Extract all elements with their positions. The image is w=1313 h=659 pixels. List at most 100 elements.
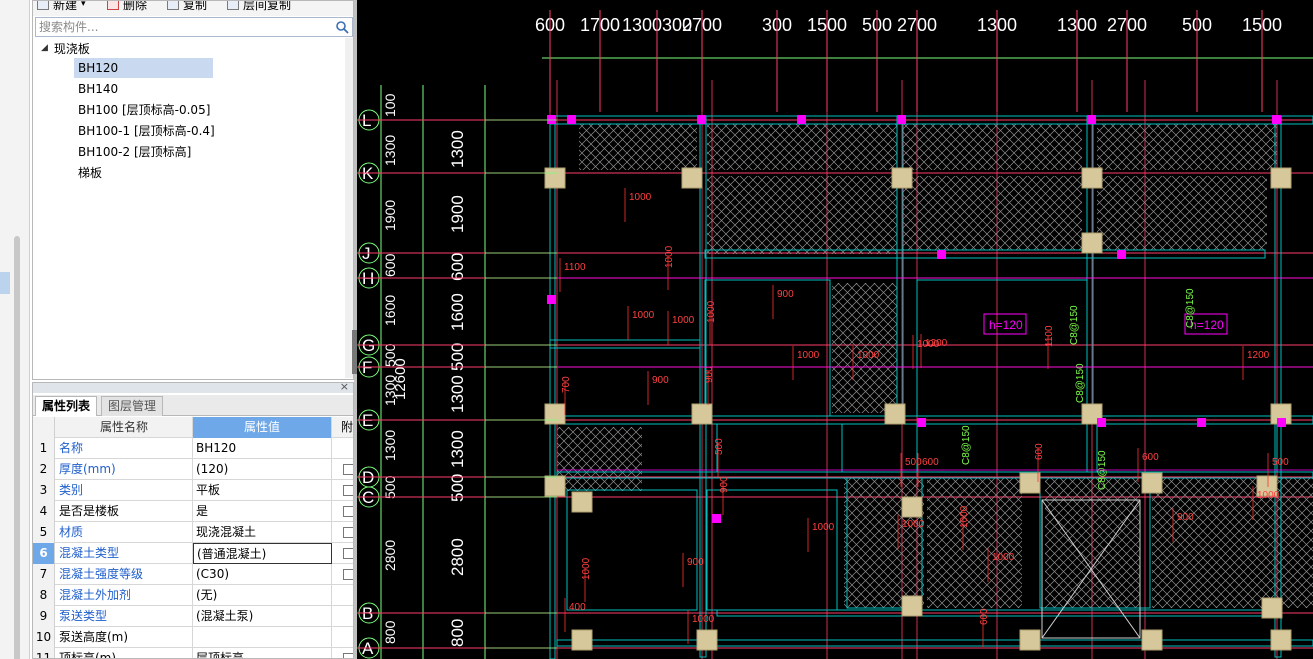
rebar-length-label: 1200 bbox=[1247, 350, 1270, 361]
structural-column bbox=[1019, 629, 1041, 651]
property-row[interactable]: 1 名称 BH120 bbox=[33, 438, 353, 459]
attached-checkbox[interactable] bbox=[343, 569, 353, 580]
left-edge-strip bbox=[0, 0, 30, 659]
attached-checkbox[interactable] bbox=[343, 506, 353, 517]
edge-scrollbar[interactable] bbox=[14, 236, 20, 659]
attached-checkbox[interactable] bbox=[343, 485, 353, 496]
cad-floor-plan[interactable]: 600 1700 13003002700 300 1500 500 2700 1300 1300… bbox=[357, 0, 1313, 659]
column-marker bbox=[1117, 250, 1126, 259]
property-row[interactable]: 7 混凝土强度等级 (C30) bbox=[33, 564, 353, 585]
rebar-length-label: 1000 bbox=[581, 557, 592, 580]
property-value[interactable]: 层顶标高 bbox=[193, 648, 332, 658]
structural-column bbox=[1141, 472, 1163, 494]
rebar-length-label: 1000 bbox=[959, 505, 970, 528]
edge-selection-marker bbox=[0, 272, 10, 294]
cad-drawing-canvas[interactable]: 600 1700 1300300 2700 300 1500 500 2700 1300 1300… bbox=[357, 0, 1313, 659]
tab-property-list[interactable]: 属性列表 bbox=[35, 396, 98, 416]
property-row[interactable]: 8 混凝土外加剂 (无) bbox=[33, 585, 353, 606]
tree-item-stair-slab[interactable]: 梯板 bbox=[74, 163, 106, 183]
property-row[interactable]: 11 顶标高(m) 层顶标高 bbox=[33, 648, 353, 658]
tree-item-bh100[interactable]: BH100 [层顶标高-0.05] bbox=[74, 100, 214, 120]
property-grid-header: 属性名称 属性值 附 bbox=[33, 417, 353, 438]
slab-hatch bbox=[902, 176, 1082, 250]
slab-hatch bbox=[579, 124, 697, 170]
property-row[interactable]: 5 材质 现浇混凝土 bbox=[33, 522, 353, 543]
left-inner-dimension: 500 bbox=[448, 474, 467, 502]
column-header-attached[interactable]: 附 bbox=[333, 417, 353, 438]
structural-column bbox=[544, 167, 566, 189]
attached-checkbox[interactable] bbox=[343, 527, 353, 538]
overlap-dimension-label: 12600 bbox=[392, 358, 409, 400]
tree-item-bh100-2[interactable]: BH100-2 [层顶标高] bbox=[74, 142, 195, 162]
tab-layer-management[interactable]: 图层管理 bbox=[101, 396, 164, 416]
property-row[interactable]: 4 是否是楼板是 bbox=[33, 501, 353, 522]
property-name: 混凝土强度等级 bbox=[56, 564, 193, 585]
left-inner-dimension: 1900 bbox=[448, 195, 467, 233]
rebar-length-label: 1200 bbox=[925, 338, 948, 349]
attached-checkbox[interactable] bbox=[343, 464, 353, 475]
property-value[interactable]: (普通混凝土) bbox=[193, 543, 332, 564]
property-value[interactable]: (C30) bbox=[193, 564, 332, 585]
property-value[interactable]: 平板 bbox=[193, 480, 332, 501]
new-button[interactable]: 新建 ▾ bbox=[37, 1, 86, 13]
copy-button[interactable]: 复制 bbox=[167, 1, 207, 13]
slab-hatch bbox=[557, 427, 642, 491]
tree-expand-icon[interactable]: ◢ bbox=[41, 43, 48, 53]
property-value[interactable]: BH120 bbox=[193, 438, 332, 459]
tree-node-cast-slab[interactable]: ◢ 现浇板 bbox=[41, 39, 90, 57]
row-number: 4 bbox=[33, 501, 55, 522]
tree-item-bh120[interactable]: BH120 bbox=[74, 58, 213, 78]
property-value[interactable]: 是 bbox=[193, 501, 332, 522]
tree-item-bh100-1[interactable]: BH100-1 [层顶标高-0.4] bbox=[74, 121, 219, 141]
search-input[interactable] bbox=[36, 18, 332, 36]
column-marker bbox=[1197, 418, 1206, 427]
property-name: 厚度(mm) bbox=[56, 459, 193, 480]
attached-checkbox[interactable] bbox=[343, 653, 353, 658]
rebar-length-label: 900 bbox=[719, 476, 730, 493]
property-value[interactable]: (混凝土泵) bbox=[193, 606, 332, 627]
left-inner-dimension: 1300 bbox=[448, 375, 467, 413]
left-inner-dimension: 1300 bbox=[448, 130, 467, 168]
new-dropdown-icon[interactable]: ▾ bbox=[81, 1, 86, 9]
property-value[interactable]: 现浇混凝土 bbox=[193, 522, 332, 543]
property-name: 顶标高(m) bbox=[56, 648, 193, 658]
rebar-length-label: 600 bbox=[1034, 443, 1045, 460]
row-number: 2 bbox=[33, 459, 55, 480]
property-value[interactable] bbox=[193, 627, 332, 648]
attached-cell bbox=[333, 480, 353, 501]
column-header-property-value[interactable]: 属性值 bbox=[193, 417, 332, 438]
property-row[interactable]: 9 泵送类型 (混凝土泵) bbox=[33, 606, 353, 627]
rebar-length-label: 1100 bbox=[564, 262, 586, 273]
property-row[interactable]: 10 泵送高度(m) bbox=[33, 627, 353, 648]
property-row[interactable]: 3 类别 平板 bbox=[33, 480, 353, 501]
column-marker bbox=[937, 250, 946, 259]
property-value[interactable]: (无) bbox=[193, 585, 332, 606]
row-number: 3 bbox=[33, 480, 55, 501]
property-row[interactable]: 2 厚度(mm) (120) bbox=[33, 459, 353, 480]
property-name: 泵送类型 bbox=[56, 606, 193, 627]
column-header-property-name[interactable]: 属性名称 bbox=[56, 417, 193, 438]
search-icon[interactable] bbox=[335, 20, 349, 34]
delete-button[interactable]: 删除 bbox=[107, 1, 147, 13]
attached-checkbox[interactable] bbox=[343, 548, 353, 559]
property-name: 材质 bbox=[56, 522, 193, 543]
slab-hatch bbox=[707, 124, 897, 170]
rebar-length-label: 500 bbox=[1272, 457, 1289, 468]
rebar-length-label: 400 bbox=[569, 602, 586, 613]
property-value[interactable]: (120) bbox=[193, 459, 332, 480]
left-inner-dimension: 2800 bbox=[448, 538, 467, 576]
structural-column bbox=[1270, 629, 1292, 651]
property-row[interactable]: 6 混凝土类型 (普通混凝土) bbox=[33, 543, 353, 564]
tree-scrollbar[interactable] bbox=[345, 38, 353, 378]
structural-column bbox=[1081, 232, 1103, 254]
structural-column bbox=[571, 629, 593, 651]
beam-outline bbox=[556, 639, 1313, 647]
close-icon[interactable]: × bbox=[340, 383, 349, 393]
tree-item-bh140[interactable]: BH140 bbox=[74, 79, 122, 99]
left-outer-dimension: 600 bbox=[382, 253, 398, 277]
floor-copy-button[interactable]: 层间复制 bbox=[227, 1, 291, 13]
structural-column bbox=[901, 595, 923, 617]
rebar-length-label: 500 bbox=[714, 438, 725, 455]
rebar-length-label: 600 bbox=[922, 457, 939, 468]
rebar-spec-label: C8@150 bbox=[1069, 305, 1080, 345]
